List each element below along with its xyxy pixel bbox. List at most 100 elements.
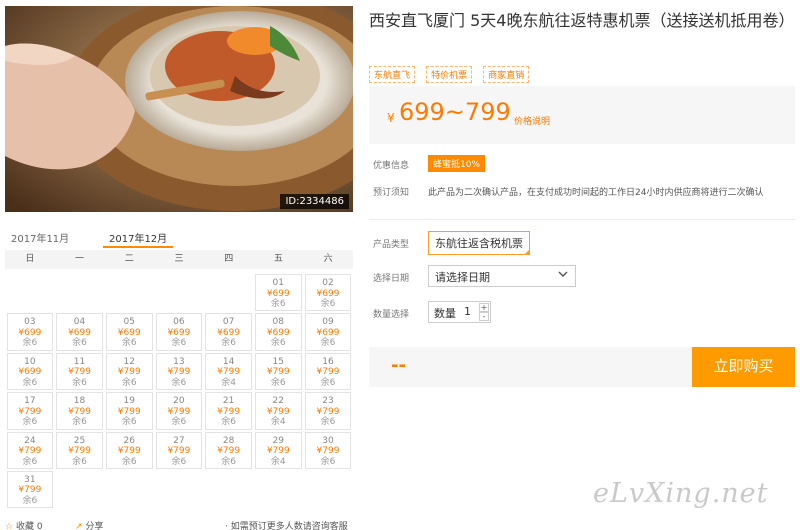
total-price: --: [391, 355, 406, 376]
day-number: 08: [272, 317, 284, 328]
share-label: 分享: [85, 522, 104, 530]
tab-2017-11[interactable]: 2017年11月: [11, 230, 69, 245]
calendar-day-cell[interactable]: 30 ¥799 余6: [304, 431, 352, 469]
notice-text: 此产品为二次确认产品，在支付成功时间起的工作日24小时内供应商将进行二次确认: [428, 188, 764, 198]
calendar-day-cell[interactable]: 20 ¥799 余6: [155, 392, 203, 430]
day-stock: 余6: [221, 417, 236, 428]
calendar-day-cell[interactable]: 08 ¥699 余6: [254, 313, 302, 351]
tag-badge: 特价机票: [426, 66, 473, 83]
day-number: 22: [272, 396, 284, 407]
day-stock: 余6: [22, 338, 38, 349]
day-price: ¥799: [217, 367, 241, 378]
calendar-day-cell[interactable]: 06 ¥699 余6: [155, 313, 203, 351]
favorite-button[interactable]: ☆ 收藏 0: [5, 519, 43, 530]
product-title: 西安直飞厦门 5天4晚东航往返特惠机票（送接送机抵用卷）: [369, 11, 795, 30]
day-stock: 余4: [270, 417, 286, 428]
day-stock: 余6: [270, 299, 286, 309]
day-price: ¥699: [266, 327, 290, 338]
day-price: ¥799: [167, 446, 191, 457]
calendar-day-cell[interactable]: 10 ¥699 余6: [6, 352, 54, 391]
calendar-day-cell[interactable]: 18 ¥799 余6: [56, 392, 103, 430]
calendar-day-cell[interactable]: 27 ¥799 余6: [155, 431, 203, 469]
calendar-day-cell[interactable]: 09 ¥699 余6: [304, 313, 352, 351]
day-price: ¥799: [117, 446, 141, 457]
calendar-day-cell[interactable]: 26 ¥799 余6: [105, 431, 153, 469]
decrement-button[interactable]: -: [479, 312, 489, 321]
day-stock: 余6: [221, 456, 236, 467]
promo-label: 优惠信息: [373, 161, 410, 171]
calendar-day-cell[interactable]: 17 ¥799 余6: [6, 392, 54, 430]
bottom-action-bar: ☆ 收藏 0 ↗ 分享 · 如需预订更多人数请咨询客服: [5, 517, 355, 530]
day-price: ¥799: [316, 406, 340, 417]
calendar-day-cell[interactable]: 16 ¥799 余6: [304, 352, 352, 391]
calendar-day-cell[interactable]: 04 ¥699 余6: [56, 313, 103, 351]
calendar-day-cell[interactable]: 15 ¥799 余6: [254, 352, 302, 391]
calendar-day-cell[interactable]: 19 ¥799 余6: [105, 392, 153, 430]
day-number: 03: [24, 317, 36, 328]
chevron-down-icon: [557, 268, 569, 283]
day-stock: 余6: [22, 495, 38, 506]
day-number: 10: [24, 356, 36, 367]
calendar-day-cell[interactable]: 21 ¥799 余6: [205, 392, 252, 430]
calendar-day-cell[interactable]: 25 ¥799 余6: [56, 431, 103, 469]
day-number: 26: [123, 435, 135, 446]
product-type-option[interactable]: 东航往返含税机票: [428, 231, 530, 255]
calendar-day-cell[interactable]: 13 ¥799 余6: [155, 352, 203, 391]
product-type-label: 产品类型: [373, 240, 410, 250]
day-stock: 余6: [72, 456, 87, 467]
day-price: ¥799: [68, 446, 91, 457]
favorite-label: 收藏 0: [15, 522, 43, 530]
day-price: ¥699: [316, 288, 340, 299]
section-divider: [369, 219, 795, 220]
buy-now-button[interactable]: 立即购买: [692, 347, 795, 387]
calendar-day-cell[interactable]: 28 ¥799 余6: [205, 431, 252, 469]
calendar-day-cell[interactable]: 12 ¥799 余6: [105, 352, 153, 391]
day-number: 07: [222, 317, 235, 328]
day-stock: 余4: [270, 456, 286, 467]
calendar-day-cell[interactable]: 22 ¥799 余4: [254, 392, 302, 430]
price-note-link[interactable]: 价格说明: [514, 114, 550, 127]
day-stock: 余6: [121, 377, 137, 388]
day-price: ¥699: [68, 327, 91, 338]
day-stock: 余6: [320, 377, 336, 388]
day-number: 30: [322, 435, 334, 446]
calendar-day-cell[interactable]: 29 ¥799 余4: [254, 431, 302, 469]
calendar-day-cell[interactable]: 31 ¥799 余6: [6, 470, 54, 509]
calendar-grid: 01 ¥699 余6 02 ¥699 余6 03 ¥699 余6 04 ¥699 余6 05 ¥699 余6…: [5, 269, 353, 509]
calendar-day-cell[interactable]: 07 ¥699 余6: [205, 313, 252, 351]
calendar-day-cell[interactable]: 02 ¥699 余6: [304, 274, 352, 312]
day-stock: 余6: [22, 377, 38, 388]
watermark: eLvXing.net: [593, 478, 769, 509]
calendar-day-cell[interactable]: 23 ¥799 余6: [304, 392, 352, 430]
tag-badge: 东航直飞: [369, 66, 416, 83]
calendar-day-cell[interactable]: 03 ¥699 余6: [6, 313, 54, 351]
quantity-prefix: 数量: [434, 307, 456, 320]
calendar-day-cell[interactable]: 24 ¥799 余6: [6, 431, 54, 469]
calendar-day-cell[interactable]: 11 ¥799 余6: [56, 352, 103, 391]
price-range: 699~799: [399, 98, 511, 126]
share-button[interactable]: ↗ 分享: [75, 519, 103, 530]
calendar-weekday-header: 日 一 二 三 四 五 六: [5, 250, 353, 269]
increment-button[interactable]: +: [479, 303, 489, 312]
day-number: 23: [322, 396, 334, 407]
tab-2017-12[interactable]: 2017年12月: [102, 230, 174, 248]
day-number: 28: [222, 435, 235, 446]
day-number: 11: [73, 356, 86, 367]
day-price: ¥799: [266, 367, 290, 378]
calendar-day-cell[interactable]: 05 ¥699 余6: [105, 313, 153, 351]
date-select[interactable]: 请选择日期: [428, 265, 576, 287]
day-number: 24: [24, 435, 36, 446]
quantity-value[interactable]: 1: [464, 305, 471, 318]
day-price: ¥699: [167, 327, 191, 338]
day-price: ¥699: [266, 288, 290, 299]
calendar-day-cell[interactable]: 01 ¥699 余6: [254, 274, 302, 312]
notice-label: 预订须知: [373, 188, 410, 198]
day-number: 17: [24, 396, 36, 407]
day-stock: 余6: [121, 338, 137, 349]
calendar-day-cell[interactable]: 14 ¥799 余4: [205, 352, 252, 391]
day-price: ¥799: [117, 406, 141, 417]
product-tags: 东航直飞 特价机票 商家直销: [369, 63, 535, 83]
day-number: 12: [123, 356, 135, 367]
day-stock: 余6: [121, 417, 137, 428]
day-price: ¥699: [217, 327, 241, 338]
